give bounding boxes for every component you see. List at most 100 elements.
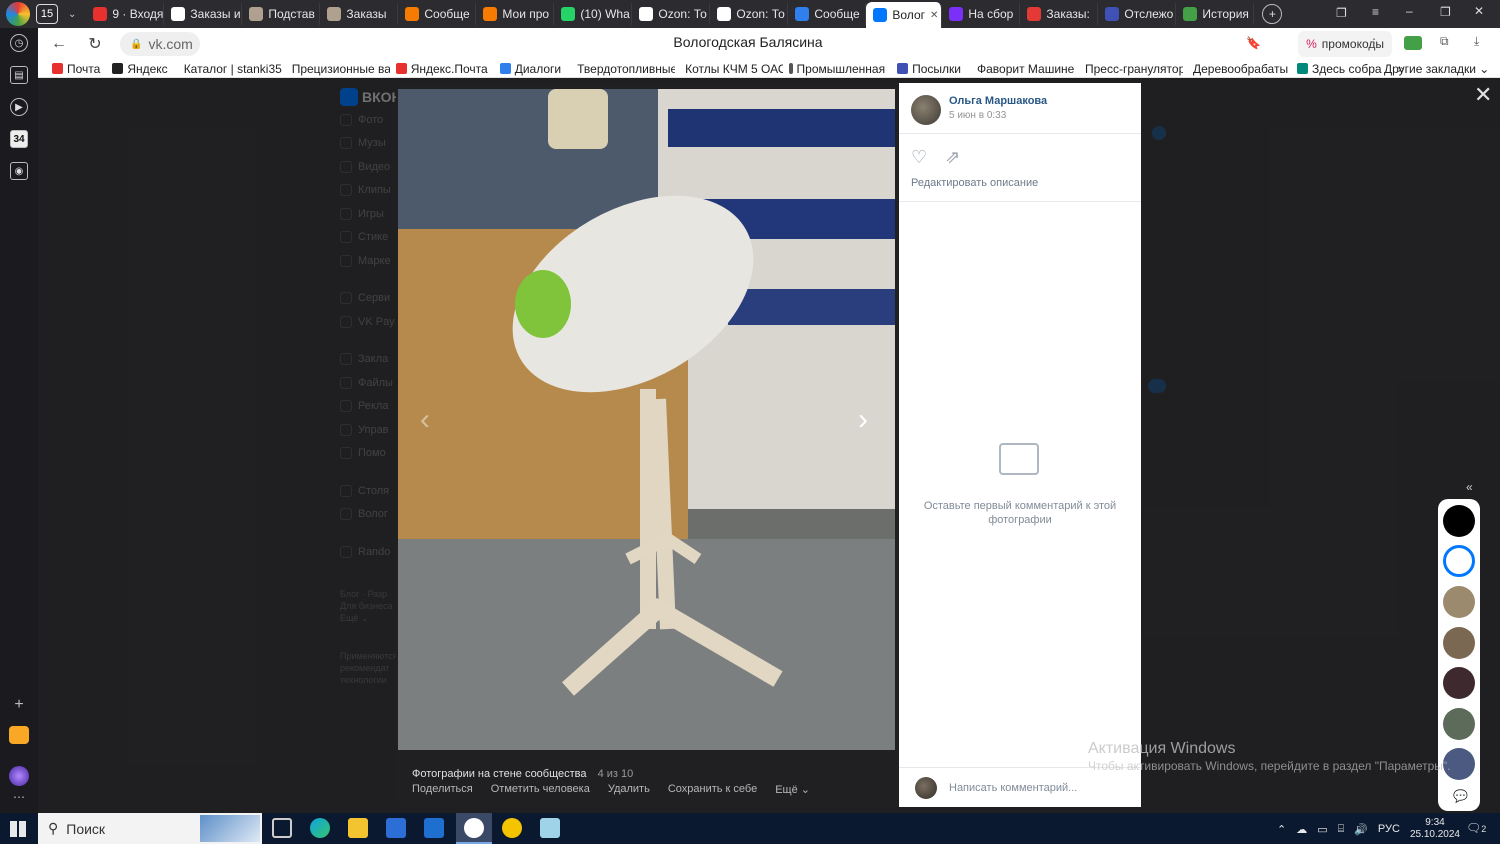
chat-avatar[interactable] <box>1443 505 1475 537</box>
other-bookmarks[interactable]: Другие закладки ⌄ <box>1384 62 1489 76</box>
bookmark-item[interactable]: Яндекс.Почта <box>390 62 494 76</box>
chat-avatar[interactable] <box>1443 627 1475 659</box>
browser-tab[interactable]: На сбор <box>942 3 1021 25</box>
chevron-down-icon[interactable]: ⌄ <box>68 9 76 20</box>
clock[interactable]: 9:34 25.10.2024 <box>1410 817 1460 841</box>
browser-tab[interactable]: Заказы: <box>1020 3 1099 25</box>
author-avatar[interactable] <box>911 95 941 125</box>
alice-icon[interactable] <box>9 766 29 786</box>
cloud-icon[interactable]: ☁ <box>1296 823 1307 836</box>
comment-input[interactable]: Написать комментарий... <box>949 782 1077 794</box>
browser-tab[interactable]: (10) Wha <box>554 3 633 25</box>
bookmark-item[interactable]: Твердотопливные <box>567 62 675 76</box>
calendar-icon[interactable]: 34 <box>10 130 28 148</box>
bookmark-item[interactable]: Деревообрабаты <box>1183 62 1291 76</box>
collapse-icon[interactable]: « <box>1466 480 1473 494</box>
browser-tab[interactable]: Заказы <box>320 3 399 25</box>
extensions-icon[interactable]: ⧉ <box>1440 34 1449 49</box>
screenshot-icon[interactable]: ◉ <box>10 162 28 180</box>
bookmark-item[interactable]: Яндекс <box>106 62 173 76</box>
chat-avatar[interactable] <box>1443 586 1475 618</box>
add-panel-icon[interactable]: + <box>14 696 23 714</box>
browser-tab[interactable]: Подстав <box>242 3 321 25</box>
start-button[interactable] <box>10 821 26 837</box>
volume-icon[interactable]: 🔊 <box>1354 823 1368 836</box>
chat-avatar[interactable] <box>1443 667 1475 699</box>
store-icon[interactable] <box>386 818 406 838</box>
next-photo-button[interactable]: › <box>858 405 868 435</box>
edge-icon[interactable] <box>310 818 330 838</box>
chat-avatar[interactable] <box>1443 708 1475 740</box>
bookmark-item[interactable]: Промышленная <box>783 62 891 76</box>
author-name[interactable]: Ольга Маршакова <box>949 95 1047 107</box>
reload-button[interactable]: ↻ <box>84 33 106 55</box>
like-icon[interactable]: ♡ <box>911 147 927 168</box>
photo[interactable] <box>398 89 895 750</box>
language-indicator[interactable]: РУС <box>1378 823 1400 835</box>
bookmark-icon[interactable]: 🔖 <box>1246 36 1261 50</box>
browser-tab[interactable]: Мои про <box>476 3 555 25</box>
vk-icon[interactable] <box>1443 545 1475 577</box>
menu-icon[interactable]: ≡ <box>1372 5 1379 19</box>
bookmark-item[interactable]: Прецизионные ва <box>282 62 390 76</box>
browser-tab[interactable]: Ozon: То <box>632 3 711 25</box>
previous-photo-button[interactable]: ‹ <box>420 405 430 435</box>
task-view-icon[interactable] <box>272 818 292 838</box>
photo-action-1[interactable]: Отметить человека <box>491 783 590 796</box>
browser-tab[interactable]: Заказы и <box>164 3 243 25</box>
tray-expand-icon[interactable]: ⌃ <box>1277 823 1286 836</box>
tab-manager-icon[interactable]: ❐ <box>1336 6 1347 20</box>
download-icon[interactable]: ⤓ <box>1474 34 1479 49</box>
browser-logo-icon[interactable] <box>6 2 30 26</box>
collections-icon[interactable]: ▤ <box>10 66 28 84</box>
tab-count-badge[interactable]: 15 <box>36 4 58 24</box>
app-icon[interactable] <box>540 818 560 838</box>
browser-tab[interactable]: Сообще <box>788 3 867 25</box>
bookmark-item[interactable]: Каталог | stanki35 <box>174 62 282 76</box>
browser-tab[interactable]: Ozon: То <box>710 3 789 25</box>
tab-close-icon[interactable]: ✕ <box>930 10 938 21</box>
explorer-icon[interactable] <box>348 818 368 838</box>
mail-app-icon[interactable] <box>9 726 29 744</box>
taskbar-search[interactable]: ⚲ Поиск <box>38 813 262 844</box>
edit-description-link[interactable]: Редактировать описание <box>911 177 1038 189</box>
network-icon[interactable]: ⌸ <box>1338 823 1345 836</box>
bookmark-item[interactable]: Котлы КЧМ 5 ОАО <box>675 62 783 76</box>
browser-tab[interactable]: Волог ✕ <box>866 2 943 28</box>
history-icon[interactable]: ◷ <box>10 34 28 52</box>
mail-icon[interactable] <box>424 818 444 838</box>
bookmark-item[interactable]: Фаворит Машине <box>967 62 1075 76</box>
app-tray-icon[interactable]: ▭ <box>1317 823 1327 836</box>
bookmark-favicon-icon <box>499 63 511 74</box>
maximize-button[interactable]: ❐ <box>1440 5 1451 19</box>
chat-icon[interactable]: 💬 <box>1453 789 1468 803</box>
back-button[interactable]: ← <box>48 33 70 55</box>
notifications-icon[interactable]: 🗨2 <box>1466 821 1486 835</box>
bookmark-item[interactable]: Почта <box>46 62 106 76</box>
more-icon[interactable]: ⋯ <box>13 790 25 804</box>
close-viewer-button[interactable]: ✕ <box>1474 84 1492 106</box>
post-date[interactable]: 5 июн в 0:33 <box>949 110 1047 121</box>
more-options-icon[interactable]: ⋮ <box>1368 36 1380 50</box>
url-field[interactable]: 🔒 vk.com <box>120 32 200 56</box>
photo-action-2[interactable]: Удалить <box>608 783 650 796</box>
video-icon[interactable]: ▶ <box>10 98 28 116</box>
share-icon[interactable]: ⇗ <box>945 147 960 168</box>
app-icon[interactable] <box>502 818 522 838</box>
photo-action-4[interactable]: Ещё ⌄ <box>775 783 810 796</box>
close-window-button[interactable]: ✕ <box>1474 4 1484 18</box>
photo-action-0[interactable]: Поделиться <box>412 783 473 796</box>
bookmark-item[interactable]: Диалоги <box>494 62 567 76</box>
browser-tab[interactable]: Отслежо <box>1098 3 1177 25</box>
browser-tab[interactable]: Сообще <box>398 3 477 25</box>
new-tab-button[interactable]: + <box>1262 4 1283 24</box>
photo-action-3[interactable]: Сохранить к себе <box>668 783 757 796</box>
minimize-button[interactable]: ‒ <box>1406 4 1413 18</box>
bookmark-item[interactable]: Пресс-гранулятор <box>1075 62 1183 76</box>
browser-tab[interactable]: История <box>1176 3 1255 25</box>
album-name[interactable]: Фотографии на стене сообщества <box>412 768 587 780</box>
browser-tab[interactable]: 9 · Входя <box>86 3 165 25</box>
extension-icon[interactable] <box>1404 36 1422 50</box>
bookmark-item[interactable]: Посылки <box>891 62 967 76</box>
bookmark-item[interactable]: Здесь собра <box>1291 62 1388 76</box>
